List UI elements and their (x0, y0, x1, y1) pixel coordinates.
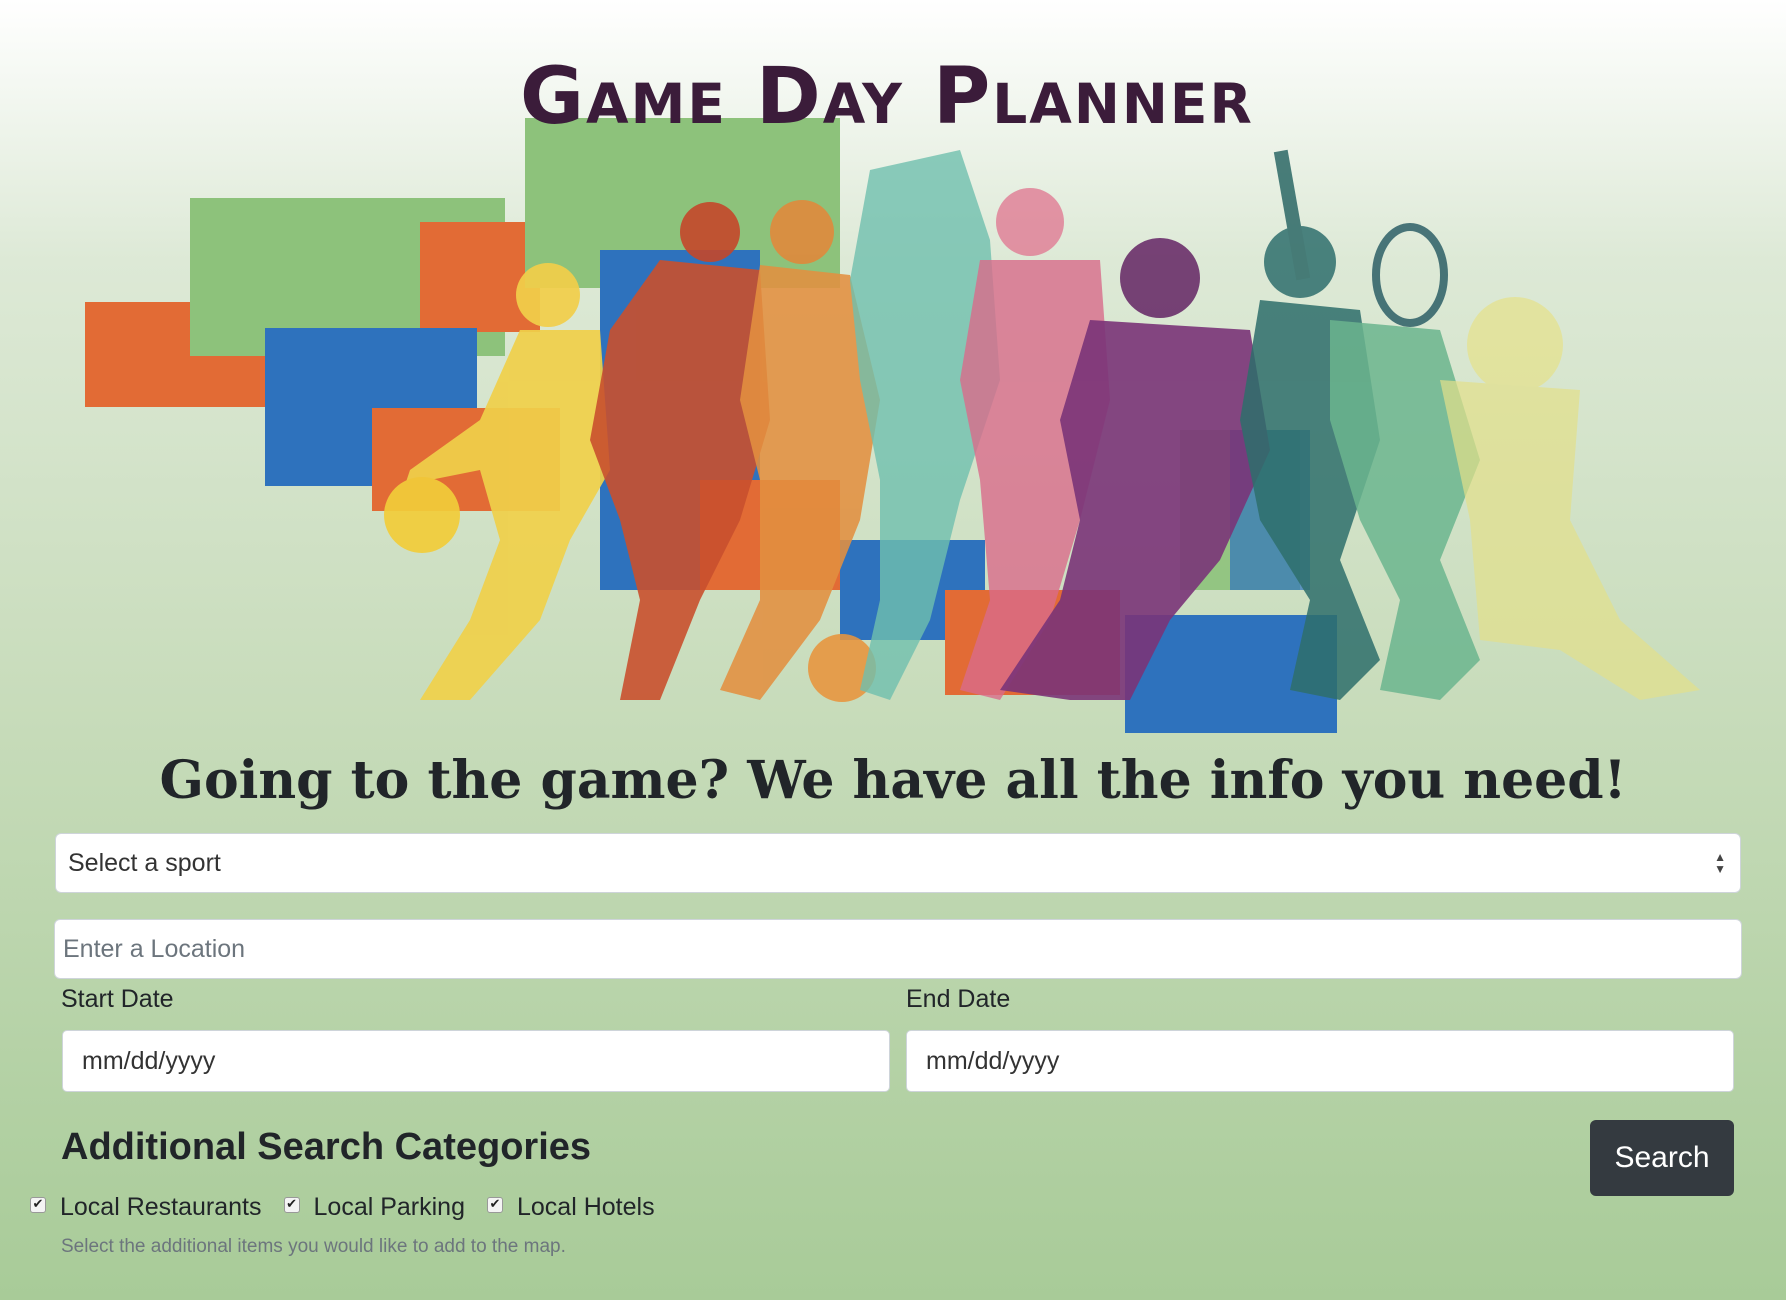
sport-select-value: Select a sport (68, 848, 221, 877)
page: Game Day Planner Going to the game? We h… (0, 0, 1786, 1300)
additional-categories-heading: Additional Search Categories (61, 1126, 592, 1168)
page-tagline: Going to the game? We have all the info … (159, 750, 1627, 811)
parking-checkbox[interactable]: ✔ (283, 1196, 300, 1213)
categories-help-text: Select the additional items you would li… (61, 1236, 566, 1257)
select-arrows-icon: ▲ ▼ (1714, 850, 1726, 876)
hotels-checkbox[interactable]: ✔ (487, 1196, 503, 1213)
end-date-input[interactable]: mm/dd/yyyy (906, 1030, 1734, 1092)
parking-option[interactable]: ✔ Local Parking (283, 1193, 465, 1222)
restaurants-label: Local Restaurants (60, 1193, 262, 1221)
start-date-label: Start Date (61, 985, 174, 1013)
parking-label: Local Parking (313, 1193, 465, 1221)
start-date-input[interactable]: mm/dd/yyyy (62, 1030, 890, 1092)
app-title: Game Day Planner (520, 52, 1254, 142)
restaurants-checkbox[interactable]: ✔ (30, 1196, 46, 1213)
search-button[interactable]: Search (1590, 1120, 1734, 1196)
restaurants-option[interactable]: ✔ Local Restaurants (30, 1193, 262, 1222)
end-date-label: End Date (906, 985, 1011, 1013)
sport-select[interactable]: Select a sport ▲ ▼ (55, 833, 1741, 893)
end-date-value: mm/dd/yyyy (926, 1046, 1060, 1075)
start-date-value: mm/dd/yyyy (82, 1046, 216, 1075)
hotels-label: Local Hotels (517, 1193, 655, 1221)
athlete-hockey-yellow (1440, 297, 1700, 700)
hotels-option[interactable]: ✔ Local Hotels (487, 1193, 655, 1222)
location-input[interactable] (54, 919, 1742, 979)
category-checkboxes: ✔ Local Restaurants ✔ Local Parking ✔ Lo… (30, 1193, 677, 1222)
